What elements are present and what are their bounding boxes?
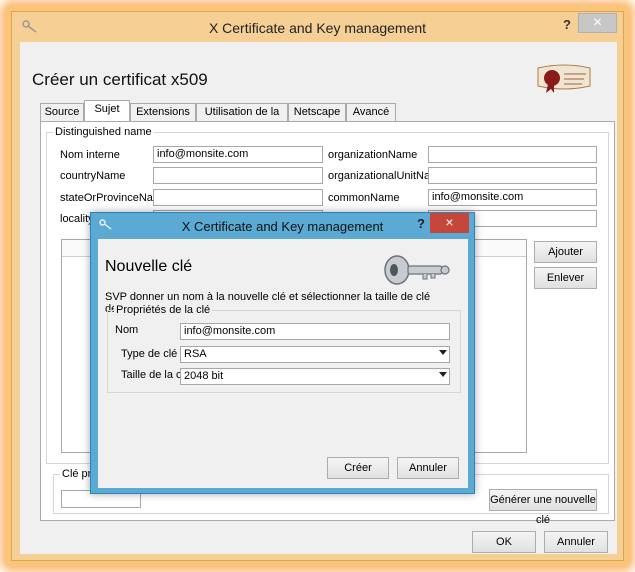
state-field[interactable] <box>153 189 323 206</box>
key-type-select[interactable]: RSA <box>180 346 450 363</box>
country-field[interactable] <box>153 167 323 184</box>
country-label: countryName <box>60 170 126 182</box>
key-size-select[interactable]: 2048 bit <box>180 368 450 385</box>
add-button[interactable]: Ajouter <box>534 241 597 263</box>
dialog-heading: Nouvelle clé <box>105 258 193 275</box>
nom-interne-label: Nom interne <box>60 149 120 161</box>
main-titlebar[interactable]: X Certificate and Key management ? × <box>12 12 623 42</box>
tab-netscape[interactable]: Netscape <box>288 103 346 121</box>
chevron-down-icon <box>439 372 447 377</box>
common-name-label: commonName <box>328 192 400 204</box>
tab-sujet[interactable]: Sujet <box>84 100 130 121</box>
dialog-client: Nouvelle clé SVP donner un nom à la nouv… <box>98 239 468 488</box>
state-label: stateOrProvinceName <box>60 192 169 204</box>
ok-button[interactable]: OK <box>472 531 536 553</box>
key-name-label: Nom <box>115 324 139 336</box>
key-type-label: Type de clé <box>121 348 178 360</box>
chevron-down-icon <box>439 350 447 355</box>
key-type-value: RSA <box>184 348 207 360</box>
key-icon <box>384 255 450 285</box>
help-button[interactable]: ? <box>560 17 574 35</box>
certificate-seal-icon <box>537 64 591 93</box>
tab-avance[interactable]: Avancé <box>346 103 396 121</box>
close-button[interactable]: × <box>578 13 617 33</box>
remove-button[interactable]: Enlever <box>534 267 597 289</box>
key-size-value: 2048 bit <box>184 370 224 382</box>
dialog-help-button[interactable]: ? <box>417 216 425 231</box>
key-name-field[interactable]: info@monsite.com <box>180 323 450 340</box>
key-properties-label: Propriétés de la clé <box>114 304 213 316</box>
nom-interne-field[interactable]: info@monsite.com <box>153 146 323 163</box>
window-title: X Certificate and Key management <box>208 20 427 36</box>
tab-source[interactable]: Source <box>40 103 84 121</box>
dn-group-label: Distinguished name <box>53 126 154 138</box>
new-key-dialog: X Certificate and Key management ? × Nou… <box>90 212 475 494</box>
organization-field[interactable] <box>428 146 597 163</box>
common-name-field[interactable]: info@monsite.com <box>428 189 597 206</box>
generate-key-button[interactable]: Générer une nouvelle clé <box>489 489 597 526</box>
tab-extensions[interactable]: Extensions <box>130 103 196 121</box>
dialog-cancel-button[interactable]: Annuler <box>397 457 459 479</box>
organization-label: organizationName <box>328 149 418 161</box>
dialog-close-button[interactable]: × <box>430 213 469 233</box>
cancel-button[interactable]: Annuler <box>544 531 608 553</box>
page-title: Créer un certificat x509 <box>32 70 208 89</box>
key-properties-group: Propriétés de la clé Nom info@monsite.co… <box>107 304 461 393</box>
tab-utilisation-cle[interactable]: Utilisation de la clé <box>196 103 288 134</box>
org-unit-field[interactable] <box>428 167 597 184</box>
create-button[interactable]: Créer <box>327 457 389 479</box>
